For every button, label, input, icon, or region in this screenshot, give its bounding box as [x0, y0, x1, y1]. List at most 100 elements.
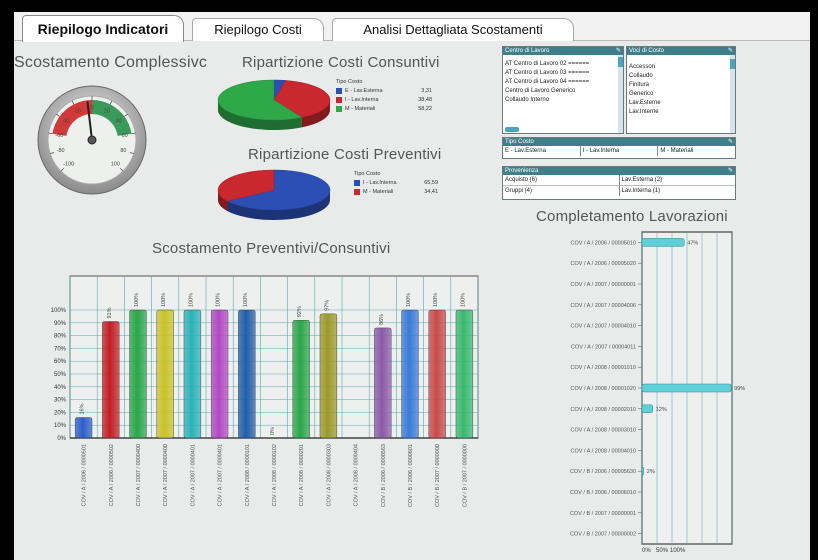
x-tick-label: COV / A / 2006 / 0000502 [109, 444, 115, 506]
bar-value-label: 100% [406, 293, 412, 307]
list-item[interactable]: Centro di Lavoro Generico [503, 87, 623, 96]
pin-icon: ✎ [727, 139, 733, 145]
list-item[interactable]: Gruppi (4) [503, 186, 620, 196]
y-tick-label: COV / A / 2008 / 00003010 [571, 428, 636, 434]
x-tick-label: COV / B / 2007 / 0000000 [435, 444, 441, 507]
x-tick-label: COV / A / 2007 / 0000400 [136, 444, 142, 506]
list-item[interactable]: AT Centro di Lavoro 02 ====== [503, 60, 623, 69]
list-item[interactable]: Lav.Interna (1) [620, 186, 736, 196]
y-tick-label: COV / B / 2006 / 00005630 [570, 469, 636, 475]
legend-title: Tipo Costo [336, 79, 363, 85]
list-item[interactable]: Collaudo Interno [503, 96, 623, 105]
gauge-tick-label: -80 [57, 148, 65, 154]
gauge-tick-label: 100 [111, 161, 120, 167]
legend-swatch [336, 105, 342, 112]
bar [74, 417, 93, 439]
bar-value-label: 2% [647, 469, 655, 475]
y-tick-label: COV / A / 2006 / 00005010 [571, 240, 636, 246]
gauge-hub [87, 135, 97, 145]
y-tick-label: COV / B / 2006 / 00006010 [570, 490, 636, 496]
list-item[interactable]: Generico [627, 90, 735, 99]
bar-value-label: 100% [433, 293, 439, 307]
y-tick-label: COV / A / 2008 / 00004010 [571, 448, 636, 454]
filter-voci-costo[interactable]: Voci di Costo ✎ Accessori Collaudo Finitu… [626, 46, 736, 134]
legend-item: I - Lav.Interna 38,48 [336, 96, 432, 105]
y-tick-label: COV / A / 2008 / 00001020 [571, 386, 636, 392]
x-tick-label: COV / B / 2007 / 0000000 [462, 444, 468, 507]
x-tick-label: COV / A / 2007 / 0000401 [218, 444, 224, 506]
x-tick-label: COV / A / 2008 / 0000102 [272, 444, 278, 506]
bar-value-label: 100% [216, 293, 222, 307]
bar [428, 309, 446, 439]
legend-swatch [354, 179, 360, 186]
gauge-tick-label: -20 [73, 109, 81, 115]
gauge-tick-label: 80 [120, 148, 126, 154]
filter-header: Centro di Lavoro ✎ [503, 47, 623, 55]
pie-preventivi-title: Ripartizione Costi Preventivi [248, 146, 442, 163]
list-item[interactable]: Acquisto (6) [503, 175, 620, 185]
legend-item: I - Lav.Interna 65,59 [354, 179, 438, 188]
tab-riepilogo-indicatori[interactable]: Riepilogo Indicatori [22, 15, 184, 42]
x-tick-label: COV / A / 2008 / 0000201 [299, 444, 305, 506]
pin-icon: ✎ [727, 168, 733, 174]
legend-swatch [354, 188, 360, 195]
filter-centro-lavoro[interactable]: Centro di Lavoro ✎ AT Centro di Lavoro 02… [502, 46, 624, 134]
x-tick-label: 0% [642, 548, 651, 554]
legend-swatch [336, 96, 342, 103]
list-item[interactable]: Collaudo [627, 72, 735, 81]
scrollbar[interactable] [618, 55, 623, 133]
legend-item: E - Lav.Esterna 3,31 [336, 87, 432, 96]
bar-value-label: 91% [107, 307, 113, 318]
bar-value-label: 100% [460, 293, 466, 307]
list-item[interactable]: M - Materiali [658, 146, 735, 156]
bar [129, 309, 147, 439]
y-tick-label: 30% [54, 398, 67, 404]
list-item[interactable]: Finitura [627, 81, 735, 90]
list-item[interactable]: I - Lav.Interna [581, 146, 659, 156]
y-tick-label: COV / A / 2006 / 00005020 [571, 261, 636, 267]
bar-value-label: 100% [161, 293, 167, 307]
x-tick-label: COV / A / 2007 / 0000401 [190, 444, 196, 506]
y-tick-label: COV / A / 2007 / 00004010 [571, 324, 636, 330]
tab-riepilogo-costi[interactable]: Riepilogo Costi [192, 18, 324, 41]
filter-provenienza[interactable]: Provenienza ✎ Acquisto (6) Lav.Esterna (2… [502, 166, 736, 200]
y-tick-label: 90% [54, 321, 67, 327]
list-item[interactable]: AT Centro di Lavoro 04 ====== [503, 78, 623, 87]
gauge-chart: -100 -80 -60 -40 -20 0 20 40 60 80 100 [37, 85, 147, 195]
x-tick-label: COV / A / 2006 / 0000501 [82, 444, 88, 506]
y-tick-label: 50% [54, 372, 67, 378]
list-item[interactable]: Accessori [627, 63, 735, 72]
x-tick-label: COV / A / 2008 / 0000303 [326, 444, 332, 506]
filter-tipo-costo[interactable]: Tipo Costo ✎ E - Lav.Esterna I - Lav.Inte… [502, 137, 736, 159]
scrollbar[interactable] [730, 55, 735, 133]
bar [455, 309, 474, 439]
list-item[interactable]: Lav.Esterne [627, 99, 735, 108]
filter-header: Provenienza ✎ [503, 167, 735, 175]
bar [641, 383, 732, 393]
gauge-tick-label: -60 [55, 133, 63, 139]
x-tick-label: 50% [656, 548, 669, 554]
bar-value-label: 100% [134, 293, 140, 307]
y-tick-label: COV / B / 2007 / 00000001 [570, 511, 636, 517]
list-item[interactable]: E - Lav.Esterna [503, 146, 581, 156]
dashboard-frame: Riepilogo Indicatori Riepilogo Costi Ana… [14, 12, 810, 560]
bar-value-label: 47% [687, 240, 698, 246]
bar [183, 309, 202, 439]
bar [374, 327, 392, 439]
pie-consuntivi-chart [217, 79, 331, 130]
list-item[interactable]: Lav.Interne [627, 108, 735, 117]
list-item[interactable]: Lav.Esterna (2) [620, 175, 736, 185]
y-tick-label: 100% [51, 308, 67, 314]
bar-value-label: 16% [80, 403, 86, 414]
bar-chart: 0% 10% 20% 30% 40% 50% 60% 70% 80% 90% 100% 16% COV … [51, 275, 479, 507]
y-tick-label: 10% [54, 423, 67, 429]
tab-analisi-dettagliata[interactable]: Analisi Dettagliata Scostamenti [332, 18, 574, 41]
y-tick-label: COV / A / 2008 / 00002010 [571, 407, 636, 413]
horizontal-scrollbar-thumb[interactable] [505, 127, 519, 132]
list-item[interactable]: AT Centro di Lavoro 03 ====== [503, 69, 623, 78]
x-tick-label: COV / A / 2008 / 0000404 [354, 444, 360, 506]
x-tick-label: COV / A / 2007 / 0000400 [163, 444, 169, 506]
pie-consuntivi-title: Ripartizione Costi Consuntivi [242, 54, 440, 71]
hbar-chart: COV / A / 2006 / 00005010 47% COV / A / 20… [570, 231, 745, 554]
y-tick-label: 80% [54, 334, 67, 340]
